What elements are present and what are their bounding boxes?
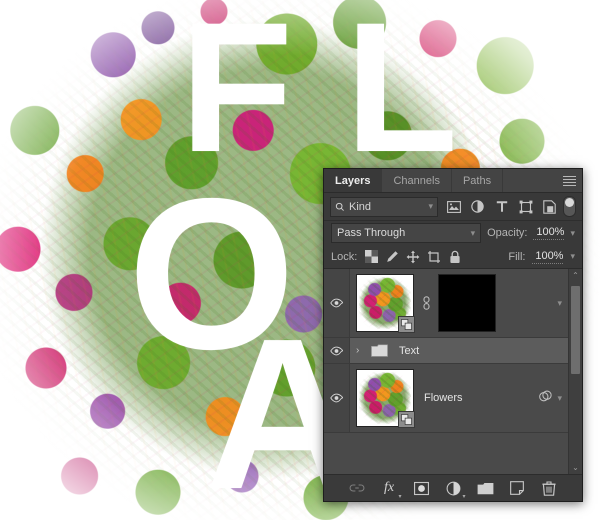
lock-label: Lock: <box>331 250 358 263</box>
eye-icon <box>330 393 343 403</box>
smart-object-badge-icon <box>398 316 415 333</box>
layer-name[interactable]: Flowers <box>420 392 532 404</box>
blend-mode-value: Pass Through <box>337 227 406 239</box>
lock-row: Lock: Fill: 100% ▾ <box>324 245 582 269</box>
opacity-value[interactable]: 100% <box>533 226 565 240</box>
fill-value[interactable]: 100% <box>532 250 564 264</box>
mask-link-icon[interactable] <box>420 296 432 310</box>
group-row-body[interactable]: › Text <box>350 344 568 357</box>
layer-row-body[interactable]: ▾ <box>350 269 568 337</box>
smart-object-badge-icon <box>398 411 415 428</box>
adjustment-layer-filter-icon[interactable] <box>470 199 485 214</box>
layer-filter-row: Kind ▾ <box>324 193 582 221</box>
delete-layer-button[interactable] <box>541 480 558 497</box>
smart-object-filter-icon[interactable] <box>542 199 557 214</box>
tab-paths[interactable]: Paths <box>452 169 504 192</box>
type-layer-filter-icon[interactable] <box>494 199 509 214</box>
layer-row-extras: ▾ <box>538 389 562 407</box>
new-group-button[interactable] <box>477 480 494 497</box>
layers-panel[interactable]: Layers Channels Paths Kind ▾ Pass Throug… <box>323 168 583 502</box>
layer-visibility-toggle[interactable] <box>324 269 350 337</box>
tab-channels[interactable]: Channels <box>382 169 452 192</box>
layer-effects-icon[interactable] <box>538 389 553 407</box>
filter-enable-toggle[interactable] <box>563 196 576 217</box>
layer-list-container: ▾ › Text Flowers ▾ ⌃ ⌄ <box>324 269 582 474</box>
filter-kind-value: Kind <box>349 200 372 213</box>
table-row[interactable]: Flowers ▾ <box>324 364 568 433</box>
fx-label: fx <box>383 480 395 495</box>
scroll-up-arrow-icon[interactable]: ⌃ <box>572 269 579 282</box>
scrollbar-thumb[interactable] <box>571 286 580 374</box>
group-visibility-toggle[interactable] <box>324 338 350 363</box>
link-layers-button[interactable] <box>349 480 366 497</box>
layer-mask-thumbnail[interactable] <box>438 274 496 332</box>
panel-tab-bar: Layers Channels Paths <box>324 169 582 193</box>
chevron-right-icon[interactable]: › <box>356 345 364 356</box>
lock-all-icon[interactable] <box>448 250 462 264</box>
search-icon <box>335 202 344 211</box>
blend-mode-row: Pass Through ▾ Opacity: 100% ▾ <box>324 221 582 245</box>
fill-chevron-down-icon[interactable]: ▾ <box>570 252 575 261</box>
hamburger-menu-icon[interactable] <box>556 169 582 192</box>
tab-layers[interactable]: Layers <box>324 169 383 192</box>
layer-row-body[interactable]: Flowers ▾ <box>350 364 568 432</box>
blend-mode-select[interactable]: Pass Through ▾ <box>331 223 482 243</box>
layer-list[interactable]: ▾ › Text Flowers ▾ <box>324 269 568 474</box>
layers-panel-bottom-toolbar: fx ▾ ▾ <box>324 474 582 501</box>
group-name[interactable]: Text <box>395 345 562 357</box>
chevron-down-icon: ▾ <box>462 493 466 500</box>
layer-thumbnail[interactable] <box>356 369 415 428</box>
filter-kind-select[interactable]: Kind ▾ <box>330 196 438 217</box>
table-row[interactable]: ▾ <box>324 269 568 338</box>
filter-type-icons <box>446 199 557 214</box>
scroll-down-arrow-icon[interactable]: ⌄ <box>572 461 579 474</box>
shape-layer-filter-icon[interactable] <box>518 199 533 214</box>
table-row[interactable]: › Text <box>324 338 568 364</box>
eye-icon <box>330 346 343 355</box>
layer-visibility-toggle[interactable] <box>324 364 350 432</box>
chevron-down-icon[interactable]: ▾ <box>557 393 562 403</box>
fill-label: Fill: <box>508 250 526 263</box>
layer-list-scrollbar[interactable]: ⌃ ⌄ <box>568 269 582 474</box>
lock-position-icon[interactable] <box>406 250 420 264</box>
layer-style-fx-button[interactable]: fx ▾ <box>381 480 402 500</box>
layer-thumbnail[interactable] <box>356 274 415 333</box>
chevron-down-icon: ▾ <box>398 493 402 500</box>
chevron-down-icon: ▾ <box>470 227 476 238</box>
pixel-layer-filter-icon[interactable] <box>446 199 461 214</box>
opacity-label: Opacity: <box>487 227 528 239</box>
lock-artboard-nesting-icon[interactable] <box>427 250 441 264</box>
new-layer-button[interactable] <box>509 480 526 497</box>
layer-row-extras: ▾ <box>557 298 562 308</box>
chevron-down-icon: ▾ <box>428 201 433 211</box>
lock-transparent-pixels-icon[interactable] <box>364 250 378 264</box>
lock-image-pixels-icon[interactable] <box>385 250 399 264</box>
folder-icon <box>371 344 388 357</box>
new-adjustment-layer-button[interactable]: ▾ <box>445 480 466 500</box>
scrollbar-track[interactable] <box>569 282 582 461</box>
eye-icon <box>330 298 343 308</box>
opacity-chevron-down-icon[interactable]: ▾ <box>570 228 575 238</box>
chevron-down-icon[interactable]: ▾ <box>557 298 562 308</box>
add-layer-mask-button[interactable] <box>413 480 430 497</box>
